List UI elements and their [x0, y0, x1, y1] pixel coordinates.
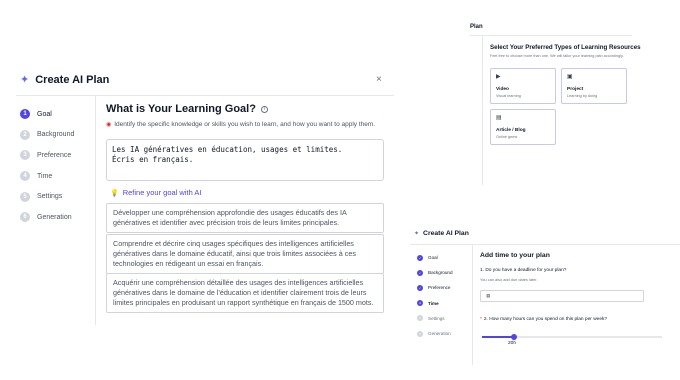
card-subtitle: Visual learning	[496, 94, 521, 98]
resource-card-article[interactable]: ▤ Article / Blog Online gems	[490, 109, 556, 145]
project-icon: ▣	[567, 74, 573, 80]
lightbulb-icon: 💡	[110, 189, 119, 197]
refine-label: Refine your goal with AI	[122, 188, 202, 197]
step-generation[interactable]: 6 Generation	[417, 326, 453, 341]
time-heading: Add time to your plan	[480, 252, 550, 259]
step-label: Background	[428, 270, 453, 276]
step-label: Preference	[37, 151, 72, 159]
step-label: Time	[37, 172, 53, 180]
step-background[interactable]: 2 Background	[20, 125, 74, 146]
step-label: Settings	[428, 315, 445, 321]
step-number: 5	[417, 315, 423, 322]
step-number: 5	[20, 191, 30, 202]
card-subtitle: Online gems	[496, 135, 518, 139]
suggestion-item[interactable]: Développer une compréhension approfondie…	[106, 203, 384, 233]
step-label: Generation	[37, 213, 72, 221]
divider	[16, 95, 394, 96]
check-icon: ✓	[417, 254, 423, 261]
step-label: Generation	[428, 331, 451, 337]
question-row: What is Your Learning Goal? i	[106, 103, 384, 115]
dialog-title: Create AI Plan	[35, 73, 110, 86]
step-number: 4	[20, 171, 30, 182]
step-time[interactable]: 4 Time	[417, 296, 453, 311]
check-icon: ✓	[417, 269, 423, 276]
calendar-icon: ▦	[486, 293, 491, 298]
step-number: 1	[20, 109, 30, 120]
divider	[472, 245, 473, 365]
check-icon: ✓	[417, 284, 423, 291]
suggestion-item[interactable]: Comprendre et décrire cinq usages spécif…	[106, 234, 384, 274]
step-settings[interactable]: 5 Settings	[20, 186, 74, 207]
step-number: 2	[20, 129, 30, 140]
slider-handle[interactable]	[511, 333, 518, 340]
card-title: Video	[496, 87, 509, 92]
preference-subtitle: Feel free to choose more than one. We wi…	[490, 54, 624, 58]
preference-title: Select Your Preferred Types of Learning …	[490, 44, 641, 51]
required-marker: *	[480, 317, 482, 322]
video-icon: ▶	[496, 74, 501, 80]
step-label: Time	[428, 300, 439, 306]
time-preview: ✦ Create AI Plan ✓ Goal ✓ Background ✓ Pref…	[408, 224, 680, 380]
step-number: 6	[417, 330, 423, 337]
step-number: 4	[417, 300, 423, 307]
slider-fill	[482, 336, 515, 338]
goal-input[interactable]	[106, 139, 384, 181]
divider	[95, 96, 96, 325]
step-preference[interactable]: ✓ Preference	[417, 280, 453, 295]
divider	[410, 244, 680, 245]
goal-panel: What is Your Learning Goal? i ◉ Identify…	[106, 103, 384, 313]
pin-icon: ◉	[106, 122, 112, 128]
dialog-header: ✦ Create AI Plan	[20, 73, 110, 87]
card-title: Article / Blog	[496, 128, 526, 133]
suggestion-item[interactable]: Acquérir une compréhension détaillée des…	[106, 273, 384, 313]
divider	[470, 35, 632, 36]
step-label: Preference	[428, 285, 451, 291]
step-background[interactable]: ✓ Background	[417, 265, 453, 280]
preview-header: Plan	[470, 24, 483, 30]
hours-question-text: 2. How many hours can you spend on this …	[483, 317, 608, 322]
deadline-date-input[interactable]: ▦	[480, 290, 644, 302]
slider-value: 20h	[508, 341, 517, 346]
question-subtitle: ◉ Identify the specific knowledge or ski…	[106, 121, 384, 128]
card-title: Project	[567, 87, 584, 92]
sparkle-icon: ✦	[414, 231, 420, 237]
step-number: 3	[20, 150, 30, 161]
resource-card-project[interactable]: ▣ Project Learning by doing	[561, 68, 627, 104]
step-label: Background	[37, 131, 75, 139]
step-goal[interactable]: ✓ Goal	[417, 250, 453, 265]
sparkle-icon: ✦	[20, 74, 30, 86]
card-subtitle: Learning by doing	[567, 94, 598, 98]
step-label: Settings	[37, 193, 63, 201]
hours-question: * 2. How many hours can you spend on thi…	[480, 317, 607, 322]
create-plan-dialog: ✦ Create AI Plan × 1 Goal 2 Background 3 Pr…	[0, 0, 400, 380]
info-icon[interactable]: i	[260, 105, 268, 113]
preview-title: Create AI Plan	[423, 230, 469, 237]
hours-slider[interactable]	[482, 333, 662, 340]
step-generation[interactable]: 6 Generation	[20, 207, 74, 228]
step-label: Goal	[37, 110, 52, 118]
refine-goal-button[interactable]: 💡 Refine your goal with AI	[110, 188, 202, 197]
close-icon[interactable]: ×	[376, 74, 382, 85]
deadline-hint: You can also add due dates later.	[480, 277, 538, 282]
step-preference[interactable]: 3 Preference	[20, 145, 74, 166]
step-nav: ✓ Goal ✓ Background ✓ Preference 4 Time 5 Set…	[417, 250, 453, 341]
divider	[482, 36, 483, 185]
step-label: Goal	[428, 255, 438, 261]
subtitle-text: Identify the specific knowledge or skill…	[114, 121, 376, 128]
step-nav: 1 Goal 2 Background 3 Preference 4 Time 5 Set…	[20, 104, 74, 228]
step-number: 6	[20, 212, 30, 223]
step-time[interactable]: 4 Time	[20, 166, 74, 187]
step-goal[interactable]: 1 Goal	[20, 104, 74, 125]
preference-preview: Plan Select Your Preferred Types of Lear…	[470, 20, 680, 185]
article-icon: ▤	[496, 115, 502, 121]
preview-header: ✦ Create AI Plan	[414, 230, 469, 237]
resource-card-video[interactable]: ▶ Video Visual learning	[490, 68, 556, 104]
question-title: What is Your Learning Goal?	[106, 103, 256, 115]
deadline-question: 1. Do you have a deadline for your plan?	[480, 268, 567, 273]
step-settings[interactable]: 5 Settings	[417, 311, 453, 326]
